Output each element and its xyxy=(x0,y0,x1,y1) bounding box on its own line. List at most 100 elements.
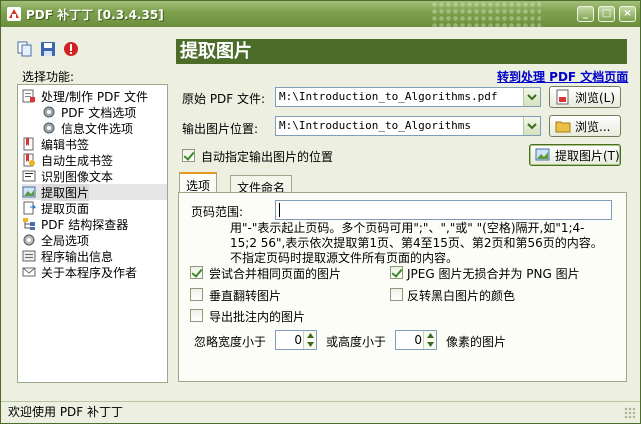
auto-output-label: 自动指定输出图片的位置 xyxy=(201,150,334,164)
browse-output-button[interactable]: 浏览... xyxy=(549,115,621,137)
function-tree[interactable]: 处理/制作 PDF 文件 PDF 文档选项 信息文件选项 编辑书签 自动生成书签… xyxy=(17,84,168,383)
chevron-down-icon xyxy=(527,123,537,130)
status-text: 欢迎使用 PDF 补丁丁 xyxy=(8,405,124,419)
sidebar-item-label: 信息文件选项 xyxy=(61,121,134,136)
annotation-images-label: 导出批注内的图片 xyxy=(209,310,306,324)
window-title: PDF 补丁丁 [0.3.4.35] xyxy=(26,8,164,22)
image-extract-icon xyxy=(535,148,550,161)
min-width-spin-arrows[interactable] xyxy=(303,331,316,349)
or-height-label: 或高度小于 xyxy=(326,335,387,349)
mail-icon xyxy=(22,267,36,277)
sidebar-item-label: 关于本程序及作者 xyxy=(41,265,138,280)
sidebar-item-label: PDF 文档选项 xyxy=(61,105,137,120)
jpeg-to-png-checkbox[interactable] xyxy=(390,266,403,279)
sidebar-item-label: 提取页面 xyxy=(41,201,90,216)
sidebar-item-structure[interactable]: PDF 结构探查器 xyxy=(22,216,128,232)
left-toolbar xyxy=(17,41,79,61)
source-dropdown-button[interactable] xyxy=(523,88,540,106)
min-height-stepper[interactable]: 0 xyxy=(395,330,437,350)
image-extract-icon xyxy=(22,186,36,198)
vertical-flip-checkbox[interactable] xyxy=(190,288,203,301)
structure-icon xyxy=(23,218,35,230)
ignore-width-label: 忽略宽度小于 xyxy=(194,335,267,349)
sidebar-item-label: 自动生成书签 xyxy=(41,153,114,168)
sidebar-item-edit-bookmarks[interactable]: 编辑书签 xyxy=(22,136,89,152)
sidebar-item-label: 识别图像文本 xyxy=(41,169,114,184)
min-width-stepper[interactable]: 0 xyxy=(275,330,317,350)
pdf-edit-icon xyxy=(22,89,35,103)
go-to-pdf-page-link[interactable]: 转到处理 PDF 文档页面 xyxy=(497,68,628,85)
browse-output-label: 浏览... xyxy=(575,119,611,134)
min-height-value: 0 xyxy=(414,333,422,347)
sidebar-item-ocr[interactable]: 识别图像文本 xyxy=(22,168,113,184)
output-path-value: M:\Introduction_to_Algorithms xyxy=(279,119,472,132)
error-icon[interactable] xyxy=(63,41,79,57)
merge-images-label: 尝试合并相同页面的图片 xyxy=(209,267,342,281)
save-icon[interactable] xyxy=(40,41,56,57)
sidebar-item-label: 处理/制作 PDF 文件 xyxy=(41,89,149,104)
annotation-images-checkbox[interactable] xyxy=(190,309,203,322)
output-path-input[interactable]: M:\Introduction_to_Algorithms xyxy=(275,116,541,136)
sidebar-item-auto-bookmarks[interactable]: 自动生成书签 xyxy=(22,152,113,168)
folder-icon xyxy=(555,121,571,133)
chevron-up-icon xyxy=(307,333,314,338)
sidebar-item-label: PDF 结构探查器 xyxy=(41,217,129,232)
sidebar-item-info-options[interactable]: 信息文件选项 xyxy=(42,120,133,136)
sidebar-item-about[interactable]: 关于本程序及作者 xyxy=(22,264,137,280)
sidebar-item-extract-pages[interactable]: 提取页面 xyxy=(22,200,89,216)
output-dropdown-button[interactable] xyxy=(523,117,540,135)
page-range-label: 页码范围: xyxy=(191,205,244,219)
status-bar: 欢迎使用 PDF 补丁丁 xyxy=(1,401,640,423)
page-range-input[interactable] xyxy=(275,200,612,220)
page-range-help: 用"-"表示起止页码。多个页码可用";"、","或" "(空格)隔开,如"1;4… xyxy=(230,221,603,265)
sidebar-item-label: 提取图片 xyxy=(41,183,90,201)
merge-images-checkbox[interactable] xyxy=(190,266,203,279)
page-extract-icon xyxy=(23,201,36,215)
app-logo-icon xyxy=(7,7,21,21)
ocr-icon xyxy=(22,170,36,182)
sidebar-item-label: 程序输出信息 xyxy=(41,249,114,264)
output-path-label: 输出图片位置: xyxy=(182,122,259,136)
sidebar-item-label: 全局选项 xyxy=(41,233,90,248)
browse-source-label: 浏览(L) xyxy=(575,90,616,105)
sidebar-item-extract-images[interactable]: 提取图片 xyxy=(22,183,167,201)
sidebar-item-output-info[interactable]: 程序输出信息 xyxy=(22,248,113,264)
text-caret xyxy=(279,203,280,217)
extract-images-button[interactable]: 提取图片(T) xyxy=(529,144,621,166)
resize-grip[interactable] xyxy=(624,407,636,419)
gear-icon xyxy=(43,122,55,134)
minimize-button[interactable]: _ xyxy=(577,6,594,22)
chevron-down-icon xyxy=(427,342,434,347)
source-pdf-value: M:\Introduction_to_Algorithms.pdf xyxy=(279,90,498,103)
source-pdf-label: 原始 PDF 文件: xyxy=(182,92,266,106)
gear-icon xyxy=(43,106,55,118)
auto-output-checkbox[interactable] xyxy=(182,149,195,162)
chevron-down-icon xyxy=(307,342,314,347)
invert-bw-label: 反转黑白图片的颜色 xyxy=(407,289,516,303)
close-button[interactable]: × xyxy=(619,6,636,22)
source-pdf-input[interactable]: M:\Introduction_to_Algorithms.pdf xyxy=(275,87,541,107)
copy-icon[interactable] xyxy=(17,41,33,57)
chevron-up-icon xyxy=(427,333,434,338)
output-icon xyxy=(22,250,36,262)
tab-options[interactable]: 选项 xyxy=(179,172,218,194)
sidebar-item-pdf-options[interactable]: PDF 文档选项 xyxy=(42,104,136,120)
vertical-flip-label: 垂直翻转图片 xyxy=(209,289,282,303)
pdf-file-icon xyxy=(556,89,569,105)
invert-bw-checkbox[interactable] xyxy=(390,288,403,301)
browse-source-button[interactable]: 浏览(L) xyxy=(549,86,621,108)
sidebar-item-global-options[interactable]: 全局选项 xyxy=(22,232,89,248)
maximize-button[interactable]: □ xyxy=(598,6,615,22)
titlebar-decoration xyxy=(431,1,541,27)
sidebar-item-label: 编辑书签 xyxy=(41,137,90,152)
app-window: PDF 补丁丁 [0.3.4.35] _ □ × 选择功能: 处理/制作 PDF… xyxy=(0,0,641,424)
bookmark-icon xyxy=(23,137,34,151)
title-bar[interactable]: PDF 补丁丁 [0.3.4.35] _ □ × xyxy=(1,1,640,27)
choose-function-label: 选择功能: xyxy=(22,70,75,84)
chevron-down-icon xyxy=(527,94,537,101)
page-title: 提取图片 xyxy=(176,39,627,64)
settings-icon xyxy=(23,234,35,246)
min-height-spin-arrows[interactable] xyxy=(423,331,436,349)
jpeg-to-png-label: JPEG 图片无损合并为 PNG 图片 xyxy=(407,267,580,281)
sidebar-item-process-pdf[interactable]: 处理/制作 PDF 文件 xyxy=(22,88,148,104)
